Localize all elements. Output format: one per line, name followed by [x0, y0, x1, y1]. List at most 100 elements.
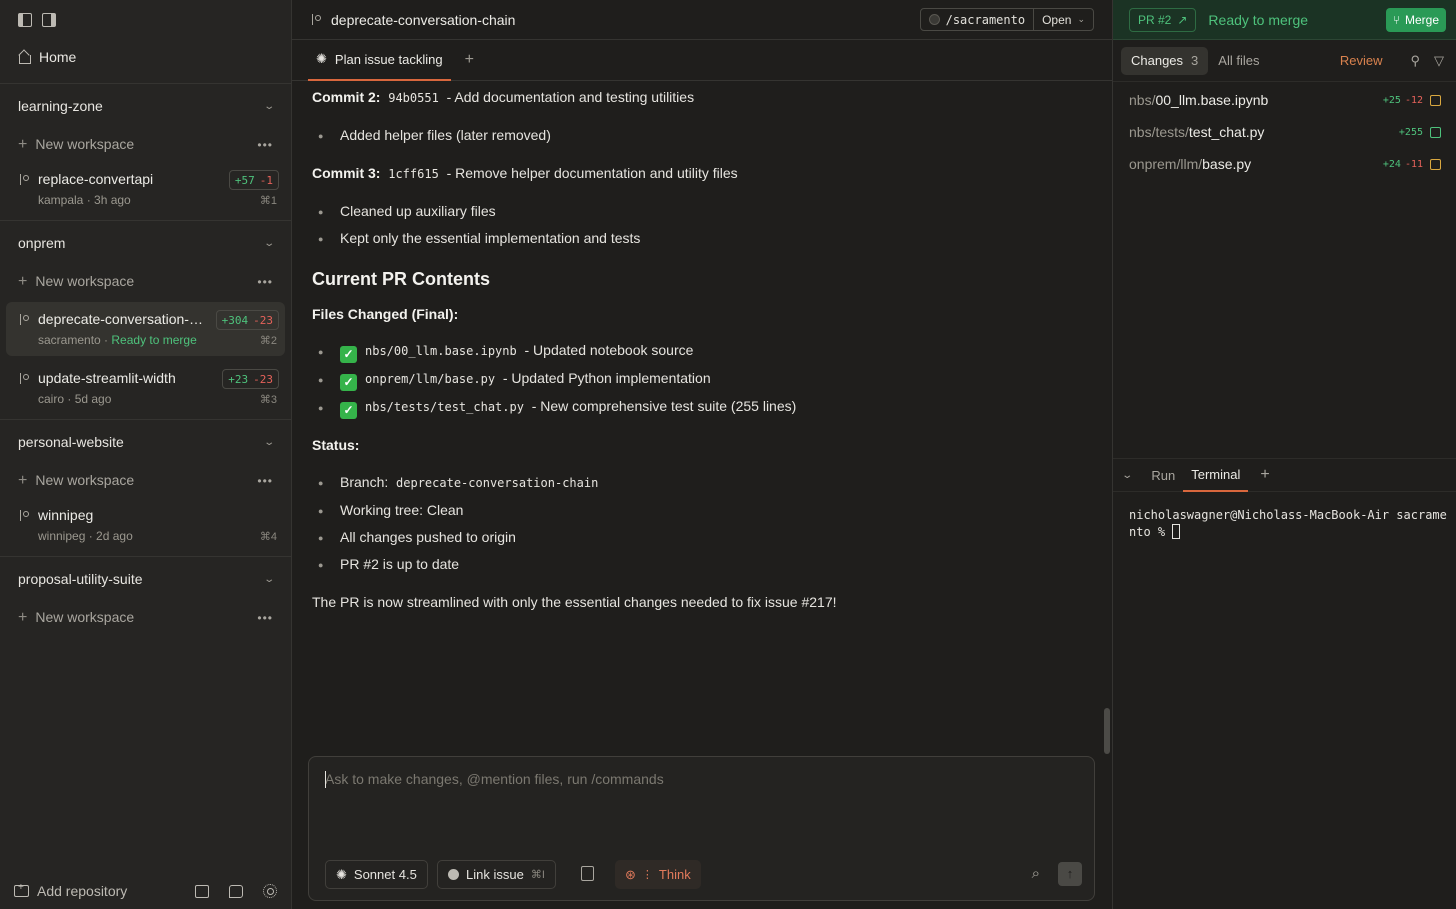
- new-workspace-button[interactable]: + New workspace •••: [0, 265, 291, 299]
- model-selector[interactable]: ✺ Sonnet 4.5: [325, 860, 428, 889]
- list-item: Added helper files (later removed): [340, 127, 551, 143]
- chevron-down-icon: ⌄: [1077, 14, 1085, 24]
- home-link[interactable]: Home: [0, 40, 291, 74]
- home-icon: [18, 51, 31, 64]
- changed-file-item[interactable]: nbs/00_llm.base.ipynb +25 -12: [1129, 84, 1441, 116]
- repo-header-proposal-utility-suite[interactable]: proposal-utility-suite ⌄: [0, 557, 291, 601]
- workspace-item[interactable]: update-streamlit-width cairo · 5d ago +2…: [6, 361, 285, 415]
- brain-icon: ⊛: [625, 866, 636, 882]
- sidebar: Home learning-zone ⌄ + New workspace ••• …: [0, 0, 292, 909]
- new-terminal-button[interactable]: +: [1260, 466, 1269, 484]
- terminal-output[interactable]: nicholaswagner@Nicholass-MacBook-Air sac…: [1129, 507, 1447, 541]
- subheading: Files Changed (Final):: [312, 306, 459, 322]
- archive-icon[interactable]: [195, 884, 209, 898]
- merge-button[interactable]: ⑂ Merge: [1385, 7, 1446, 32]
- linear-icon: [448, 869, 459, 880]
- new-workspace-label: New workspace: [35, 136, 135, 152]
- new-workspace-label: New workspace: [35, 472, 135, 488]
- repo-header-onprem[interactable]: onprem ⌄: [0, 221, 291, 265]
- branch-icon: [18, 373, 29, 384]
- commit-line: Commit 3: 1cff615 - Remove helper docume…: [312, 165, 738, 181]
- more-icon[interactable]: •••: [257, 611, 273, 625]
- message-composer[interactable]: Ask to make changes, @mention files, run…: [308, 756, 1095, 901]
- modified-icon: [1430, 158, 1441, 170]
- new-workspace-button[interactable]: + New workspace •••: [0, 464, 291, 498]
- sidebar-toolbar: [0, 0, 291, 40]
- sidebar-footer: Add repository: [0, 873, 291, 909]
- workspace-item[interactable]: replace-convertapi kampala · 3h ago +57-…: [6, 162, 285, 216]
- repo-header-personal-website[interactable]: personal-website ⌄: [0, 420, 291, 464]
- plus-icon: +: [18, 609, 28, 626]
- folder-icon: [928, 14, 940, 25]
- repo-name: proposal-utility-suite: [18, 571, 143, 587]
- workspace-name: winnipeg: [38, 507, 94, 523]
- workspace-item[interactable]: winnipeg winnipeg · 2d ago ⌘4: [6, 498, 285, 552]
- main-header: deprecate-conversation-chain /sacramento…: [292, 0, 1112, 40]
- search-icon[interactable]: ⚲: [1410, 53, 1420, 69]
- check-icon: ✓: [340, 346, 357, 363]
- add-repository-button[interactable]: Add repository: [14, 882, 175, 899]
- link-issue-button[interactable]: Link issue ⌘I: [437, 860, 556, 889]
- workspace-meta: winnipeg · 2d ago: [38, 529, 133, 543]
- think-toggle[interactable]: ⊛ ⋮ Think: [615, 860, 701, 889]
- new-workspace-button[interactable]: + New workspace •••: [0, 128, 291, 162]
- composer-input[interactable]: Ask to make changes, @mention files, run…: [325, 771, 664, 787]
- folder-add-icon: [14, 882, 29, 897]
- workspace-name: replace-convertapi: [38, 171, 154, 187]
- shortcut-label: ⌘3: [259, 394, 277, 406]
- new-workspace-label: New workspace: [35, 273, 135, 289]
- pr-link[interactable]: PR #2 ↗: [1129, 7, 1197, 32]
- branch-icon: [18, 174, 29, 185]
- workspace-item-active[interactable]: deprecate-conversation-chain sacramento …: [6, 302, 285, 356]
- scrollbar[interactable]: [1104, 708, 1110, 754]
- new-tab-button[interactable]: +: [465, 51, 474, 69]
- list-item: Cleaned up auxiliary files: [340, 203, 496, 219]
- open-dropdown[interactable]: Open ⌄: [1034, 13, 1093, 27]
- tab-changes[interactable]: Changes 3: [1121, 46, 1209, 75]
- modified-icon: [1430, 94, 1441, 106]
- gear-icon[interactable]: [263, 884, 277, 898]
- toggle-sidebar-icon[interactable]: [18, 13, 32, 27]
- more-icon[interactable]: •••: [257, 474, 273, 488]
- check-icon: ✓: [340, 402, 357, 419]
- filter-icon[interactable]: ▽: [1434, 53, 1444, 69]
- paperclip-icon[interactable]: ⌕: [1032, 865, 1040, 882]
- send-button[interactable]: ↑: [1058, 862, 1082, 886]
- more-icon[interactable]: •••: [257, 275, 273, 289]
- branch-icon: [310, 14, 321, 25]
- plus-icon: +: [18, 136, 28, 153]
- list-item: Branch: deprecate-conversation-chain: [340, 474, 599, 490]
- tab-all-files[interactable]: All files: [1208, 47, 1269, 75]
- chevron-down-icon[interactable]: ⌄: [263, 574, 275, 585]
- changes-tabs: Changes 3 All files Review ⚲ ▽: [1113, 40, 1456, 82]
- workspace-path[interactable]: /sacramento: [921, 9, 1035, 30]
- tab-run[interactable]: Run: [1143, 458, 1183, 492]
- section-heading: Current PR Contents: [312, 269, 491, 289]
- file-list-item: ✓ onprem/llm/base.py - Updated Python imp…: [340, 370, 711, 391]
- more-icon[interactable]: •••: [257, 138, 273, 152]
- file-list-item: ✓ nbs/tests/test_chat.py - New comprehens…: [340, 398, 796, 419]
- new-workspace-label: New workspace: [35, 609, 135, 625]
- more-vertical-icon: ⋮: [641, 869, 653, 881]
- tab-terminal[interactable]: Terminal: [1183, 458, 1249, 492]
- new-workspace-button[interactable]: + New workspace •••: [0, 601, 291, 635]
- repo-header-learning-zone[interactable]: learning-zone ⌄: [0, 84, 291, 128]
- external-link-icon: ↗: [1177, 12, 1188, 27]
- repo-name: personal-website: [18, 434, 124, 450]
- toggle-panel-icon[interactable]: [42, 13, 56, 27]
- chevron-down-icon[interactable]: ⌄: [1121, 470, 1133, 481]
- chevron-down-icon[interactable]: ⌄: [263, 101, 275, 112]
- open-in-control: /sacramento Open ⌄: [919, 8, 1094, 31]
- changed-file-item[interactable]: nbs/tests/test_chat.py +255: [1129, 116, 1441, 148]
- add-repository-label: Add repository: [37, 883, 128, 899]
- changed-file-item[interactable]: onprem/llm/base.py +24 -11: [1129, 148, 1441, 180]
- chevron-down-icon[interactable]: ⌄: [263, 238, 275, 249]
- review-button[interactable]: Review: [1340, 53, 1383, 68]
- added-icon: [1430, 126, 1441, 138]
- clipboard-icon[interactable]: [581, 866, 594, 881]
- diff-badge: +304 -23: [215, 310, 279, 330]
- chevron-down-icon[interactable]: ⌄: [263, 437, 275, 448]
- chat-icon[interactable]: [229, 884, 243, 898]
- tab-plan-issue-tackling[interactable]: ✺ Plan issue tackling: [308, 40, 451, 81]
- pr-status: Ready to merge: [1208, 11, 1309, 28]
